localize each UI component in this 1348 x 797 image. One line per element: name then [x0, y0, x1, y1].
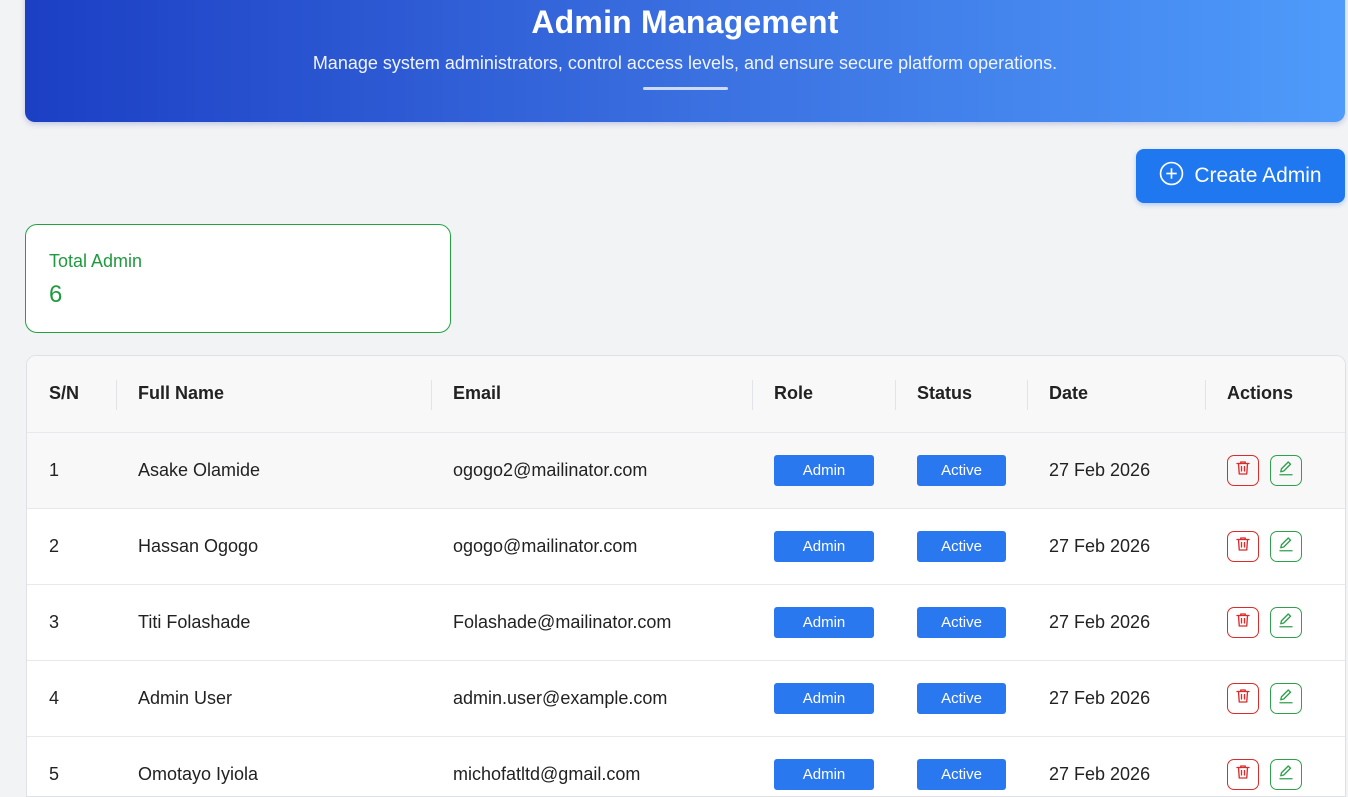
edit-button[interactable] [1270, 682, 1302, 714]
status-badge: Active [917, 454, 1006, 486]
edit-button[interactable] [1270, 454, 1302, 486]
row-actions [1227, 454, 1345, 486]
column-header-date: Date [1027, 356, 1205, 432]
column-header-actions: Actions [1205, 356, 1345, 432]
cell-full-name: Admin User [138, 687, 233, 708]
cell-status: Active [895, 736, 1027, 796]
cell-status: Active [895, 432, 1027, 508]
total-admin-value: 6 [49, 281, 63, 308]
role-badge: Admin [774, 606, 874, 638]
table-row: 5 Omotayo Iyiola michofatltd@gmail.com A… [27, 736, 1345, 796]
cell-status: Active [895, 660, 1027, 736]
total-admin-label: Total Admin [49, 251, 143, 271]
create-admin-button[interactable]: Create Admin [1136, 149, 1345, 203]
table-row: 2 Hassan Ogogo ogogo@mailinator.com Admi… [27, 508, 1345, 584]
cell-date: 27 Feb 2026 [1049, 535, 1151, 556]
cell-sn: 3 [49, 611, 60, 632]
edit-button[interactable] [1270, 530, 1302, 562]
role-badge: Admin [774, 758, 874, 790]
trash-icon [1234, 459, 1252, 482]
delete-button[interactable] [1227, 606, 1259, 638]
cell-full-name: Omotayo Iyiola [138, 763, 259, 784]
header-divider [643, 87, 728, 90]
row-actions [1227, 682, 1345, 714]
create-admin-label: Create Admin [1194, 164, 1322, 187]
cell-sn: 2 [49, 535, 60, 556]
cell-actions [1205, 736, 1345, 796]
row-actions [1227, 606, 1345, 638]
status-badge: Active [917, 758, 1006, 790]
row-actions [1227, 758, 1345, 790]
trash-icon [1234, 687, 1252, 710]
cell-email: ogogo@mailinator.com [453, 535, 638, 556]
admin-table: S/N Full Name Email Role Status Date Act… [27, 356, 1345, 796]
status-badge: Active [917, 530, 1006, 562]
cell-actions [1205, 508, 1345, 584]
cell-role: Admin [752, 432, 895, 508]
cell-date: 27 Feb 2026 [1049, 687, 1151, 708]
cell-date: 27 Feb 2026 [1049, 611, 1151, 632]
role-badge: Admin [774, 682, 874, 714]
table-row: 4 Admin User admin.user@example.com Admi… [27, 660, 1345, 736]
pencil-icon [1277, 763, 1295, 786]
column-header-email: Email [431, 356, 752, 432]
cell-role: Admin [752, 508, 895, 584]
column-header-role: Role [752, 356, 895, 432]
cell-email: michofatltd@gmail.com [453, 763, 641, 784]
status-badge: Active [917, 606, 1006, 638]
total-admin-card: Total Admin 6 [25, 224, 451, 333]
row-actions [1227, 530, 1345, 562]
cell-actions [1205, 584, 1345, 660]
trash-icon [1234, 611, 1252, 634]
pencil-icon [1277, 611, 1295, 634]
page-subtitle: Manage system administrators, control ac… [312, 53, 1058, 73]
cell-role: Admin [752, 736, 895, 796]
plus-circle-icon [1159, 161, 1184, 192]
cell-date: 27 Feb 2026 [1049, 459, 1151, 480]
table-header-row: S/N Full Name Email Role Status Date Act… [27, 356, 1345, 432]
table-row: 3 Titi Folashade Folashade@mailinator.co… [27, 584, 1345, 660]
cell-full-name: Titi Folashade [138, 611, 251, 632]
admin-table-container: S/N Full Name Email Role Status Date Act… [26, 355, 1346, 797]
trash-icon [1234, 535, 1252, 558]
cell-email: Folashade@mailinator.com [453, 611, 672, 632]
table-row: 1 Asake Olamide ogogo2@mailinator.com Ad… [27, 432, 1345, 508]
delete-button[interactable] [1227, 530, 1259, 562]
edit-button[interactable] [1270, 758, 1302, 790]
cell-status: Active [895, 508, 1027, 584]
column-header-full-name: Full Name [116, 356, 431, 432]
delete-button[interactable] [1227, 682, 1259, 714]
cell-email: ogogo2@mailinator.com [453, 459, 648, 480]
column-header-sn: S/N [49, 383, 80, 404]
cell-role: Admin [752, 660, 895, 736]
pencil-icon [1277, 459, 1295, 482]
trash-icon [1234, 763, 1252, 786]
page-title: Admin Management [531, 4, 839, 40]
column-header-status: Status [895, 356, 1027, 432]
pencil-icon [1277, 687, 1295, 710]
cell-full-name: Asake Olamide [138, 459, 261, 480]
cell-actions [1205, 432, 1345, 508]
role-badge: Admin [774, 530, 874, 562]
edit-button[interactable] [1270, 606, 1302, 638]
page-header-banner: Admin Management Manage system administr… [25, 0, 1345, 122]
delete-button[interactable] [1227, 758, 1259, 790]
pencil-icon [1277, 535, 1295, 558]
cell-date: 27 Feb 2026 [1049, 763, 1151, 784]
cell-role: Admin [752, 584, 895, 660]
cell-status: Active [895, 584, 1027, 660]
status-badge: Active [917, 682, 1006, 714]
cell-actions [1205, 660, 1345, 736]
cell-full-name: Hassan Ogogo [138, 535, 259, 556]
cell-sn: 1 [49, 459, 60, 480]
cell-sn: 4 [49, 687, 60, 708]
cell-sn: 5 [49, 763, 60, 784]
cell-email: admin.user@example.com [453, 687, 668, 708]
role-badge: Admin [774, 454, 874, 486]
delete-button[interactable] [1227, 454, 1259, 486]
